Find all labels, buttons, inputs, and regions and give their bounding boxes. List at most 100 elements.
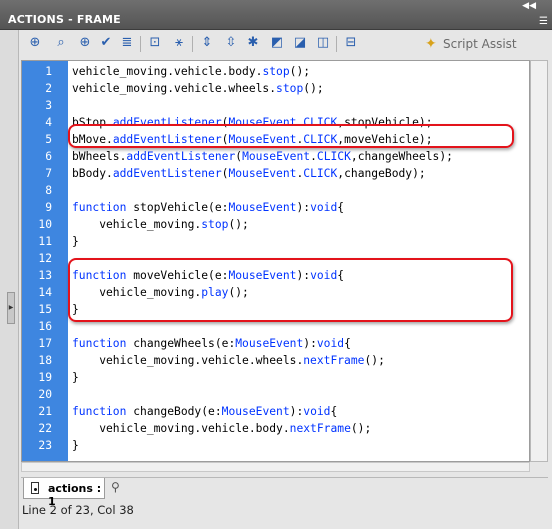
toolbar-separator <box>140 36 141 52</box>
code-text: } <box>72 439 79 452</box>
code-text: vehicle_moving.vehicle.wheels. <box>72 354 304 367</box>
status-bar: Line 2 of 23, Col 38 <box>22 503 134 517</box>
code-text: ,moveVehicle); <box>337 133 433 146</box>
target-path-icon[interactable]: ⊕ <box>76 34 94 52</box>
panel-menu-icon[interactable]: ☰ <box>539 17 548 27</box>
code-line[interactable]: function changeBody(e:MouseEvent):void{ <box>72 403 337 420</box>
code-line[interactable]: } <box>72 233 79 250</box>
code-keyword: void <box>310 269 338 282</box>
code-text: . <box>310 150 317 163</box>
find-icon[interactable]: ⌕ <box>52 34 70 52</box>
code-text: ): <box>289 405 304 418</box>
code-line[interactable]: bBody.addEventListener(MouseEvent.CLICK,… <box>72 165 426 182</box>
code-line[interactable]: vehicle_moving.stop(); <box>72 216 249 233</box>
code-line[interactable]: vehicle_moving.vehicle.body.stop(); <box>72 63 310 80</box>
line-number: 17 <box>38 337 52 350</box>
apply-block-comment-icon[interactable]: ◩ <box>268 34 286 52</box>
code-text: (); <box>289 65 311 78</box>
code-keyword: addEventListener <box>112 116 222 129</box>
code-keyword: CLICK <box>303 133 338 146</box>
code-keyword: addEventListener <box>112 133 222 146</box>
collapse-between-braces-icon[interactable]: ⇕ <box>198 34 216 52</box>
show-hide-toolbox-icon[interactable]: ⊟ <box>342 34 360 52</box>
code-line[interactable]: } <box>72 437 79 454</box>
script-tabs: actions : 1 ⚲ <box>21 477 548 508</box>
code-keyword: CLICK <box>303 116 338 129</box>
script-assist-label: Script Assist <box>443 37 517 51</box>
code-text: vehicle_moving.vehicle.body. <box>72 422 290 435</box>
code-text: (); <box>228 286 249 299</box>
actions-toolbox-gutter: ▶ <box>0 30 19 529</box>
code-text: } <box>72 303 79 316</box>
add-statement-icon[interactable]: ⊕ <box>26 34 44 52</box>
code-line[interactable]: } <box>72 369 79 386</box>
code-line[interactable]: } <box>72 301 79 318</box>
code-text: bStop. <box>72 116 113 129</box>
code-keyword: function <box>72 201 127 214</box>
code-text: ): <box>303 337 317 350</box>
code-line[interactable]: bStop.addEventListener(MouseEvent.CLICK,… <box>72 114 433 131</box>
code-text: (); <box>364 354 385 367</box>
code-keyword: CLICK <box>316 150 351 163</box>
auto-format-icon[interactable]: ≣ <box>118 34 136 52</box>
pin-script-icon[interactable]: ⚲ <box>111 480 120 494</box>
script-editor[interactable]: 1 vehicle_moving.vehicle.body.stop(); 2 veh… <box>21 60 530 462</box>
code-text: ,changeBody); <box>337 167 426 180</box>
code-line[interactable]: function changeWheels(e:MouseEvent):void… <box>72 335 351 352</box>
code-keyword: nextFrame <box>303 354 365 367</box>
line-number: 9 <box>45 201 52 214</box>
script-assist-button[interactable]: ✦ Script Assist <box>425 36 517 54</box>
remove-comment-icon[interactable]: ◫ <box>314 34 332 52</box>
panel-title: ACTIONS - FRAME <box>8 13 121 26</box>
code-keyword: MouseEvent <box>228 167 297 180</box>
code-line[interactable]: vehicle_moving.vehicle.wheels.stop(); <box>72 80 324 97</box>
debug-options-icon[interactable]: ⚹ <box>170 34 188 52</box>
code-keyword: MouseEvent <box>235 337 304 350</box>
line-number: 14 <box>38 286 52 299</box>
code-text: changeBody(e: <box>126 405 222 418</box>
code-keyword: stop <box>201 218 229 231</box>
code-line[interactable]: vehicle_moving.vehicle.wheels.nextFrame(… <box>72 352 385 369</box>
code-keyword: MouseEvent <box>228 201 297 214</box>
code-line[interactable]: bMove.addEventListener(MouseEvent.CLICK,… <box>72 131 433 148</box>
code-text: vehicle_moving. <box>72 218 202 231</box>
code-line[interactable]: function stopVehicle(e:MouseEvent):void{ <box>72 199 344 216</box>
check-syntax-icon[interactable]: ✔ <box>97 34 115 52</box>
wand-icon: ✦ <box>425 36 437 52</box>
code-keyword: stop <box>276 82 304 95</box>
code-keyword: MouseEvent <box>242 150 311 163</box>
tab-actions-1[interactable]: actions : 1 <box>23 478 105 508</box>
code-line[interactable]: function moveVehicle(e:MouseEvent):void{ <box>72 267 344 284</box>
line-number: 8 <box>45 184 52 197</box>
horizontal-scrollbar[interactable] <box>21 462 530 472</box>
collapse-panel-icon[interactable]: ◀◀ <box>522 2 536 11</box>
code-line[interactable]: vehicle_moving.play(); <box>72 284 249 301</box>
code-line[interactable]: vehicle_moving.vehicle.body.nextFrame(); <box>72 420 371 437</box>
expand-toolbox-icon[interactable]: ▶ <box>7 292 15 324</box>
line-number: 12 <box>38 252 52 265</box>
panel-title-bar[interactable]: ACTIONS - FRAME ◀◀ ☰ <box>0 0 552 30</box>
code-keyword: void <box>316 337 345 350</box>
apply-line-comment-icon[interactable]: ◪ <box>291 34 309 52</box>
code-text: { <box>337 201 345 214</box>
code-text: stopVehicle(e: <box>126 201 229 214</box>
code-keyword: void <box>303 405 331 418</box>
code-text: vehicle_moving. <box>72 286 202 299</box>
expand-all-icon[interactable]: ✱ <box>244 34 262 52</box>
code-hint-icon[interactable]: ⊡ <box>146 34 164 52</box>
code-keyword: nextFrame <box>289 422 351 435</box>
vertical-scrollbar[interactable] <box>530 60 548 462</box>
code-line[interactable]: bWheels.addEventListener(MouseEvent.CLIC… <box>72 148 453 165</box>
code-text: } <box>72 235 79 248</box>
code-text: ,changeWheels); <box>350 150 453 163</box>
line-number: 10 <box>38 218 52 231</box>
line-number: 16 <box>38 320 52 333</box>
line-number: 22 <box>38 422 52 435</box>
line-number: 6 <box>45 150 52 163</box>
frame-script-icon <box>31 482 39 494</box>
collapse-selection-icon[interactable]: ⇳ <box>222 34 240 52</box>
code-keyword: MouseEvent <box>228 133 297 146</box>
code-text: { <box>337 269 345 282</box>
code-keyword: function <box>72 405 127 418</box>
code-text: (); <box>228 218 249 231</box>
